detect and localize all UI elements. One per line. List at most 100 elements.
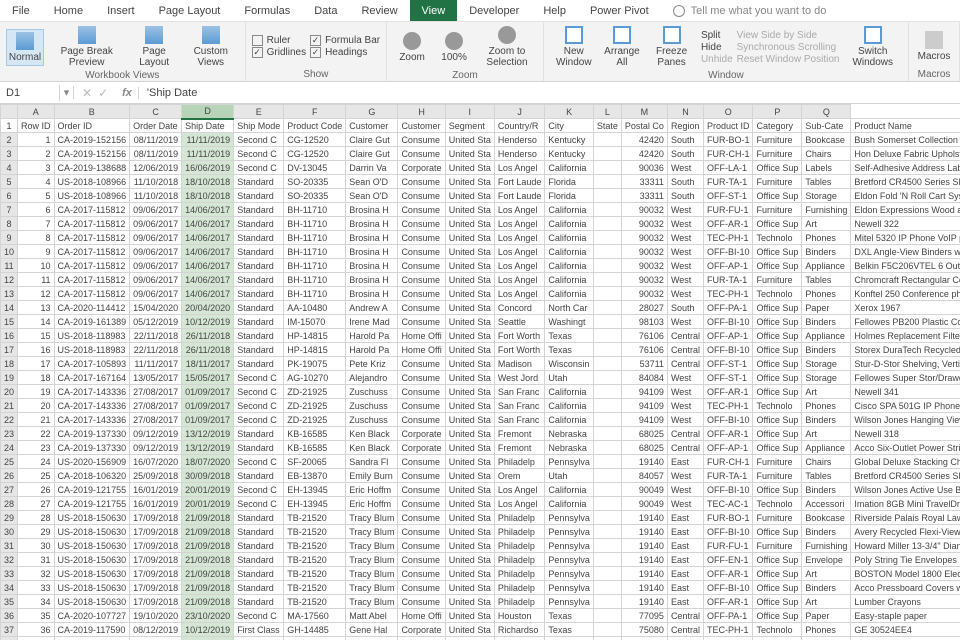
cell[interactable]: CA-2019-137330 (54, 441, 130, 455)
cell[interactable]: Phones (802, 399, 851, 413)
cell[interactable]: United Sta (445, 553, 494, 567)
cell[interactable]: 19140 (621, 511, 667, 525)
namebox-dropdown[interactable]: ▾ (60, 86, 74, 99)
cell[interactable]: FUR-TA-1 (703, 175, 753, 189)
cell[interactable]: Alejandro (346, 371, 398, 385)
cell[interactable]: South (667, 301, 703, 315)
row-header[interactable]: 32 (1, 553, 18, 567)
cell[interactable]: SO-20335 (284, 175, 346, 189)
row-header[interactable]: 38 (1, 637, 18, 640)
cell[interactable]: Belkin F5C206VTEL 6 Outlet Surge (851, 259, 960, 273)
cell[interactable]: United Sta (445, 315, 494, 329)
cell[interactable]: CA-2017-115812 (54, 259, 130, 273)
cell[interactable]: Consume (398, 287, 445, 301)
cell[interactable]: Fremont (494, 441, 545, 455)
ruler-checkbox[interactable]: Ruler (252, 35, 306, 46)
cell[interactable]: OFF-LA-1 (703, 161, 753, 175)
cell[interactable]: Global Deluxe Stacking Chair, Gray (851, 455, 960, 469)
cell[interactable]: United Sta (445, 581, 494, 595)
cell[interactable]: Appliance (802, 329, 851, 343)
col-header[interactable]: E (234, 105, 284, 119)
cell[interactable]: 76106 (621, 329, 667, 343)
row-header[interactable]: 9 (1, 231, 18, 245)
cell[interactable]: SO-20335 (284, 189, 346, 203)
cell[interactable]: United Sta (445, 637, 494, 640)
cell[interactable]: East (667, 567, 703, 581)
cell[interactable]: Utah (545, 371, 594, 385)
cell[interactable]: California (545, 497, 594, 511)
row-header[interactable]: 10 (1, 245, 18, 259)
cell[interactable]: Office Sup (753, 553, 802, 567)
cell[interactable]: California (545, 231, 594, 245)
cell[interactable]: BH-11710 (284, 203, 346, 217)
cell[interactable]: 22/11/2018 (130, 343, 182, 357)
cell[interactable]: Los Angel (494, 217, 545, 231)
cell[interactable]: FUR-TA-1 (703, 469, 753, 483)
cell[interactable]: United Sta (445, 413, 494, 427)
cell[interactable]: Home Offi (398, 343, 445, 357)
cell[interactable]: Office Sup (753, 567, 802, 581)
cell[interactable]: TB-21520 (284, 511, 346, 525)
row-header[interactable]: 5 (1, 175, 18, 189)
cell[interactable]: FUR-BO-1 (703, 511, 753, 525)
cell[interactable]: CA-2017-115812 (54, 217, 130, 231)
cell[interactable]: California (545, 273, 594, 287)
cell[interactable]: Bretford CR4500 Series Slim Rectangular … (851, 175, 960, 189)
cell[interactable]: Kentucky (545, 147, 594, 161)
cell[interactable]: Furnishing (802, 203, 851, 217)
cell[interactable]: 08/11/2019 (130, 147, 182, 161)
cell[interactable]: Henderso (494, 147, 545, 161)
cell[interactable]: Brosina H (346, 231, 398, 245)
cell[interactable]: Stur-D-Stor Shelving, Vertical 5-Shelf: … (851, 357, 960, 371)
cell[interactable]: Consume (398, 133, 445, 147)
cell[interactable]: Second C (234, 497, 284, 511)
cell[interactable]: United Sta (445, 217, 494, 231)
cell[interactable]: Storage (802, 357, 851, 371)
cell[interactable]: Sean O'D (346, 189, 398, 203)
cell[interactable]: 11/11/2019 (182, 147, 234, 161)
cell[interactable]: 18/10/2018 (182, 189, 234, 203)
cell[interactable]: CA-2017-115812 (54, 231, 130, 245)
cell[interactable] (593, 133, 621, 147)
cell[interactable] (593, 609, 621, 623)
cell[interactable] (593, 315, 621, 329)
cell[interactable]: Standard (234, 231, 284, 245)
cell[interactable]: Fremont (494, 427, 545, 441)
cell[interactable]: Office Sup (753, 301, 802, 315)
cell[interactable]: 27/08/2017 (130, 399, 182, 413)
cell[interactable]: 27 (18, 497, 55, 511)
cell[interactable]: West (667, 497, 703, 511)
cell[interactable]: Tracy Blum (346, 567, 398, 581)
freeze-panes-button[interactable]: Freeze Panes (646, 24, 697, 70)
cell[interactable]: Second C (234, 161, 284, 175)
cell[interactable]: Second C (234, 147, 284, 161)
cell[interactable]: Philadelp (494, 539, 545, 553)
cell[interactable]: Tracy Blum (346, 539, 398, 553)
cell[interactable]: CA-2019-117590 (54, 637, 130, 640)
cell[interactable]: CA-2017-115812 (54, 287, 130, 301)
row-header[interactable]: 15 (1, 315, 18, 329)
cell[interactable]: Self-Adhesive Address Labels for Typewri… (851, 161, 960, 175)
cell[interactable]: 94109 (621, 385, 667, 399)
cell[interactable]: 09/12/2019 (130, 427, 182, 441)
cell[interactable]: 09/06/2017 (130, 245, 182, 259)
cell[interactable]: 09/06/2017 (130, 231, 182, 245)
col-header[interactable]: K (545, 105, 594, 119)
unhide-button[interactable]: Unhide (701, 54, 733, 65)
cell[interactable]: Nebraska (545, 441, 594, 455)
cell[interactable]: 94109 (621, 413, 667, 427)
cell[interactable]: Easy-staple paper (851, 609, 960, 623)
col-header[interactable]: F (284, 105, 346, 119)
cell[interactable]: Second C (234, 483, 284, 497)
cell[interactable]: 84057 (621, 469, 667, 483)
cell[interactable]: Consume (398, 357, 445, 371)
cell[interactable]: CA-2017-115812 (54, 273, 130, 287)
tab-file[interactable]: File (0, 0, 42, 21)
cell[interactable]: Furniture (753, 637, 802, 640)
cell[interactable]: Philadelp (494, 567, 545, 581)
cell[interactable]: Darrin Va (346, 161, 398, 175)
cell[interactable]: Row ID (18, 119, 55, 133)
cell[interactable]: Appliance (802, 259, 851, 273)
cell[interactable]: San Franc (494, 413, 545, 427)
cell[interactable]: 2 (18, 147, 55, 161)
